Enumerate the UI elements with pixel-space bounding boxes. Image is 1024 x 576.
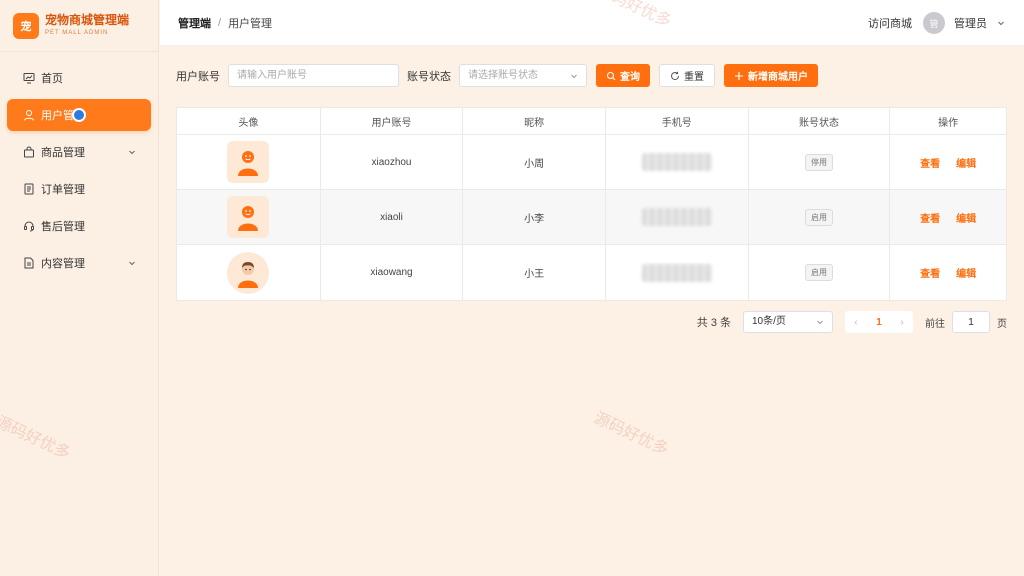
sidebar-nav: 首页 用户管 商品管理 订单管理 售后管理 内容管理 [0, 52, 158, 279]
chevron-down-icon [817, 320, 823, 325]
sidebar-item-label: 内容管理 [41, 258, 85, 270]
page-size-select[interactable]: 10条/页 [743, 311, 833, 333]
table-row: xiaoli 小李 启用 查看 编辑 [177, 190, 1006, 245]
next-page-button[interactable]: › [900, 317, 903, 328]
user-icon [23, 109, 35, 121]
status-badge: 停用 [804, 153, 833, 171]
view-button[interactable]: 查看 [920, 155, 940, 170]
account-label: 用户账号 [176, 70, 220, 83]
status-select[interactable]: 请选择账号状态 [459, 64, 587, 87]
phone-redacted [641, 153, 712, 171]
filter-bar: 用户账号 请输入用户账号 账号状态 请选择账号状态 查询 重置 新增商城用户 [176, 64, 827, 87]
breadcrumb-current: 用户管理 [228, 17, 273, 30]
status-badge: 启用 [804, 264, 833, 281]
user-avatar [227, 251, 270, 294]
brand: 宠 宠物商城管理端 PET MALL ADMIN [0, 0, 158, 52]
brand-title: 宠物商城管理端 [45, 13, 130, 28]
add-user-button[interactable]: 新增商城用户 [724, 64, 818, 87]
page-number-current[interactable]: 1 [876, 317, 882, 328]
phone-redacted [641, 208, 712, 226]
table-row: xiaowang 小王 启用 查看 编辑 [177, 245, 1006, 300]
status-label: 账号状态 [407, 70, 451, 83]
sidebar-item-users[interactable]: 用户管 [7, 99, 151, 131]
cursor-indicator [72, 108, 86, 122]
column-header: 账号状态 [749, 108, 891, 134]
brand-logo: 宠 [13, 12, 39, 39]
avatar[interactable]: 管 [923, 12, 945, 34]
refresh-icon [671, 71, 680, 80]
top-header: 管理端 / 用户管理 访问商城 管 管理员 [160, 0, 1024, 46]
sidebar-item-orders[interactable]: 订单管理 [7, 173, 151, 205]
column-header: 昵称 [463, 108, 606, 134]
goto-label: 前往 [925, 318, 945, 330]
user-avatar [227, 196, 270, 238]
account-cell: xiaoli [321, 190, 464, 244]
chevron-down-icon [129, 261, 135, 266]
sidebar-item-label: 售后管理 [41, 221, 85, 233]
edit-button[interactable]: 编辑 [956, 210, 976, 225]
visit-store-link[interactable]: 访问商城 [868, 15, 912, 31]
table-header: 头像 用户账号 昵称 手机号 账号状态 操作 [177, 108, 1006, 135]
sidebar-item-products[interactable]: 商品管理 [7, 136, 151, 168]
admin-name[interactable]: 管理员 [954, 15, 987, 31]
sidebar-item-label: 用户管 [41, 110, 74, 122]
add-user-button-label: 新增商城用户 [748, 72, 808, 83]
table-row: xiaozhou 小周 停用 查看 编辑 [177, 135, 1006, 190]
column-header: 手机号 [606, 108, 749, 134]
user-table: 头像 用户账号 昵称 手机号 账号状态 操作 xiaozhou 小周 停用 查看… [176, 107, 1007, 301]
account-cell: xiaozhou [321, 135, 464, 189]
nickname-cell: 小李 [463, 190, 606, 244]
view-button[interactable]: 查看 [920, 265, 940, 280]
edit-button[interactable]: 编辑 [956, 265, 976, 280]
page-size-value: 10条/页 [752, 316, 786, 327]
status-select-placeholder: 请选择账号状态 [468, 70, 538, 81]
edit-button[interactable]: 编辑 [956, 155, 976, 170]
sidebar-item-label: 订单管理 [41, 184, 85, 196]
nickname-cell: 小王 [463, 245, 606, 300]
sidebar: 宠 宠物商城管理端 PET MALL ADMIN 首页 用户管 商品管理 订单管… [0, 0, 159, 576]
phone-redacted [641, 263, 712, 282]
nickname-cell: 小周 [463, 135, 606, 189]
breadcrumb-root[interactable]: 管理端 [178, 15, 211, 31]
status-badge: 启用 [804, 208, 833, 226]
page-nav: ‹ 1 › [845, 311, 913, 333]
prev-page-button[interactable]: ‹ [854, 317, 857, 328]
sidebar-item-home[interactable]: 首页 [7, 62, 151, 94]
watermark: 源码好优多 [591, 409, 671, 459]
view-button[interactable]: 查看 [920, 210, 940, 225]
account-cell: xiaowang [321, 245, 464, 300]
sidebar-item-label: 商品管理 [41, 147, 85, 159]
reset-button[interactable]: 重置 [659, 64, 715, 87]
column-header: 操作 [938, 117, 959, 129]
breadcrumb-separator: / [218, 16, 222, 29]
plus-icon [735, 71, 743, 80]
headset-icon [23, 220, 35, 232]
brand-subtitle: PET MALL ADMIN [45, 30, 109, 37]
reset-button-label: 重置 [684, 72, 704, 83]
account-input[interactable]: 请输入用户账号 [228, 64, 399, 87]
query-button-label: 查询 [620, 72, 640, 83]
column-header: 头像 [177, 108, 321, 134]
dashboard-icon [23, 72, 35, 84]
search-icon [606, 71, 616, 80]
chevron-down-icon [129, 150, 135, 155]
pagination: 共 3 条 10条/页 ‹ 1 › 前往 1 页 [697, 311, 1007, 333]
sidebar-item-aftersales[interactable]: 售后管理 [7, 210, 151, 242]
bag-icon [23, 146, 35, 158]
total-count: 共 3 条 [696, 317, 731, 329]
sidebar-item-content[interactable]: 内容管理 [7, 247, 151, 279]
chevron-down-icon[interactable] [996, 18, 1006, 28]
goto-page-input[interactable]: 1 [952, 311, 990, 333]
sidebar-item-label: 首页 [41, 73, 63, 85]
query-button[interactable]: 查询 [596, 64, 650, 87]
page-unit-label: 页 [997, 318, 1007, 330]
user-avatar [227, 141, 270, 183]
column-header: 用户账号 [321, 108, 464, 134]
chevron-down-icon [571, 74, 577, 79]
file-icon [23, 257, 35, 269]
document-icon [23, 183, 35, 195]
